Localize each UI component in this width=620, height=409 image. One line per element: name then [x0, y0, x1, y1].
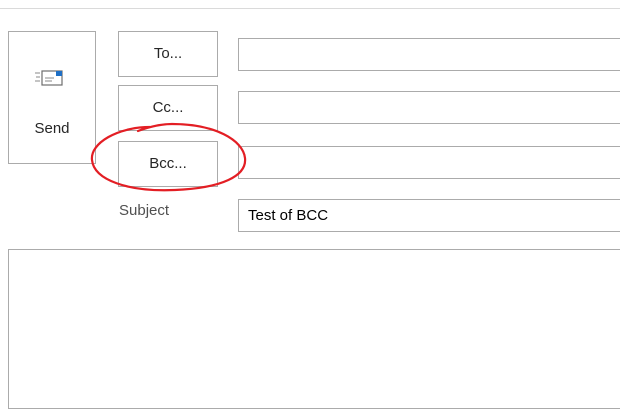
to-field[interactable] [238, 38, 620, 71]
bcc-button[interactable]: Bcc... [118, 141, 218, 187]
to-button[interactable]: To... [118, 31, 218, 77]
subject-field[interactable]: Test of BCC [238, 199, 620, 232]
cc-button[interactable]: Cc... [118, 85, 218, 131]
send-button[interactable]: Send [8, 31, 96, 164]
ribbon-divider [0, 8, 620, 9]
subject-label: Subject [119, 202, 170, 219]
envelope-send-icon [34, 67, 64, 89]
message-body[interactable] [8, 249, 620, 409]
cc-field[interactable] [238, 91, 620, 124]
send-label: Send [34, 120, 70, 137]
bcc-field[interactable] [238, 146, 620, 179]
